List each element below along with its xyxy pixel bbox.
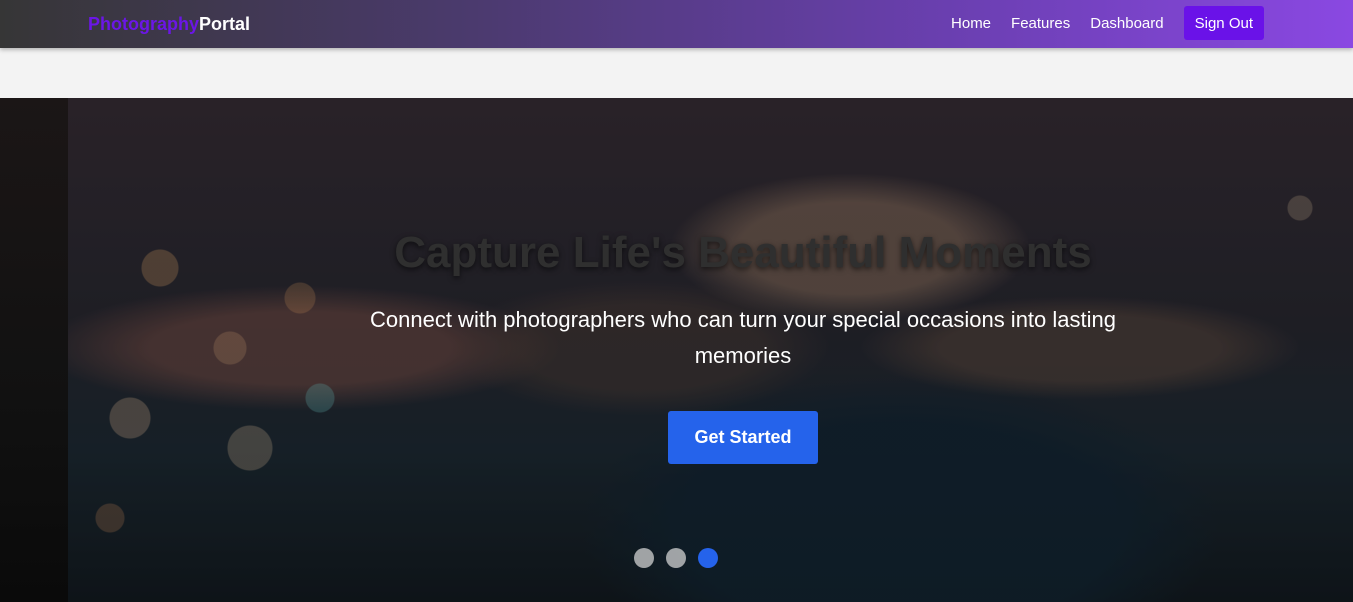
brand-name-part2: Portal bbox=[199, 14, 251, 34]
nav-link-features[interactable]: Features bbox=[1011, 15, 1070, 32]
brand-logo[interactable]: PhotographyPortal bbox=[88, 12, 250, 36]
get-started-button[interactable]: Get Started bbox=[668, 411, 818, 464]
sign-out-button[interactable]: Sign Out bbox=[1183, 6, 1264, 40]
hero-banner: Capture Life's Beautiful Moments Connect… bbox=[0, 98, 1353, 602]
nav-link-dashboard[interactable]: Dashboard bbox=[1090, 15, 1163, 32]
carousel-indicators bbox=[634, 548, 730, 568]
sub-header-bar bbox=[0, 48, 1353, 98]
nav-links: Home Features Dashboard Sign Out bbox=[951, 6, 1264, 40]
top-navbar: PhotographyPortal Home Features Dashboar… bbox=[0, 0, 1353, 48]
hero-title: Capture Life's Beautiful Moments bbox=[394, 228, 1092, 277]
brand-name-part1: Photography bbox=[88, 14, 199, 34]
carousel-dot-3[interactable] bbox=[698, 548, 718, 568]
carousel-dot-1[interactable] bbox=[634, 548, 654, 568]
hero-background-image bbox=[0, 98, 68, 602]
nav-link-home[interactable]: Home bbox=[951, 15, 991, 32]
hero-subtitle: Connect with photographers who can turn … bbox=[370, 307, 1116, 368]
carousel-dot-2[interactable] bbox=[666, 548, 686, 568]
